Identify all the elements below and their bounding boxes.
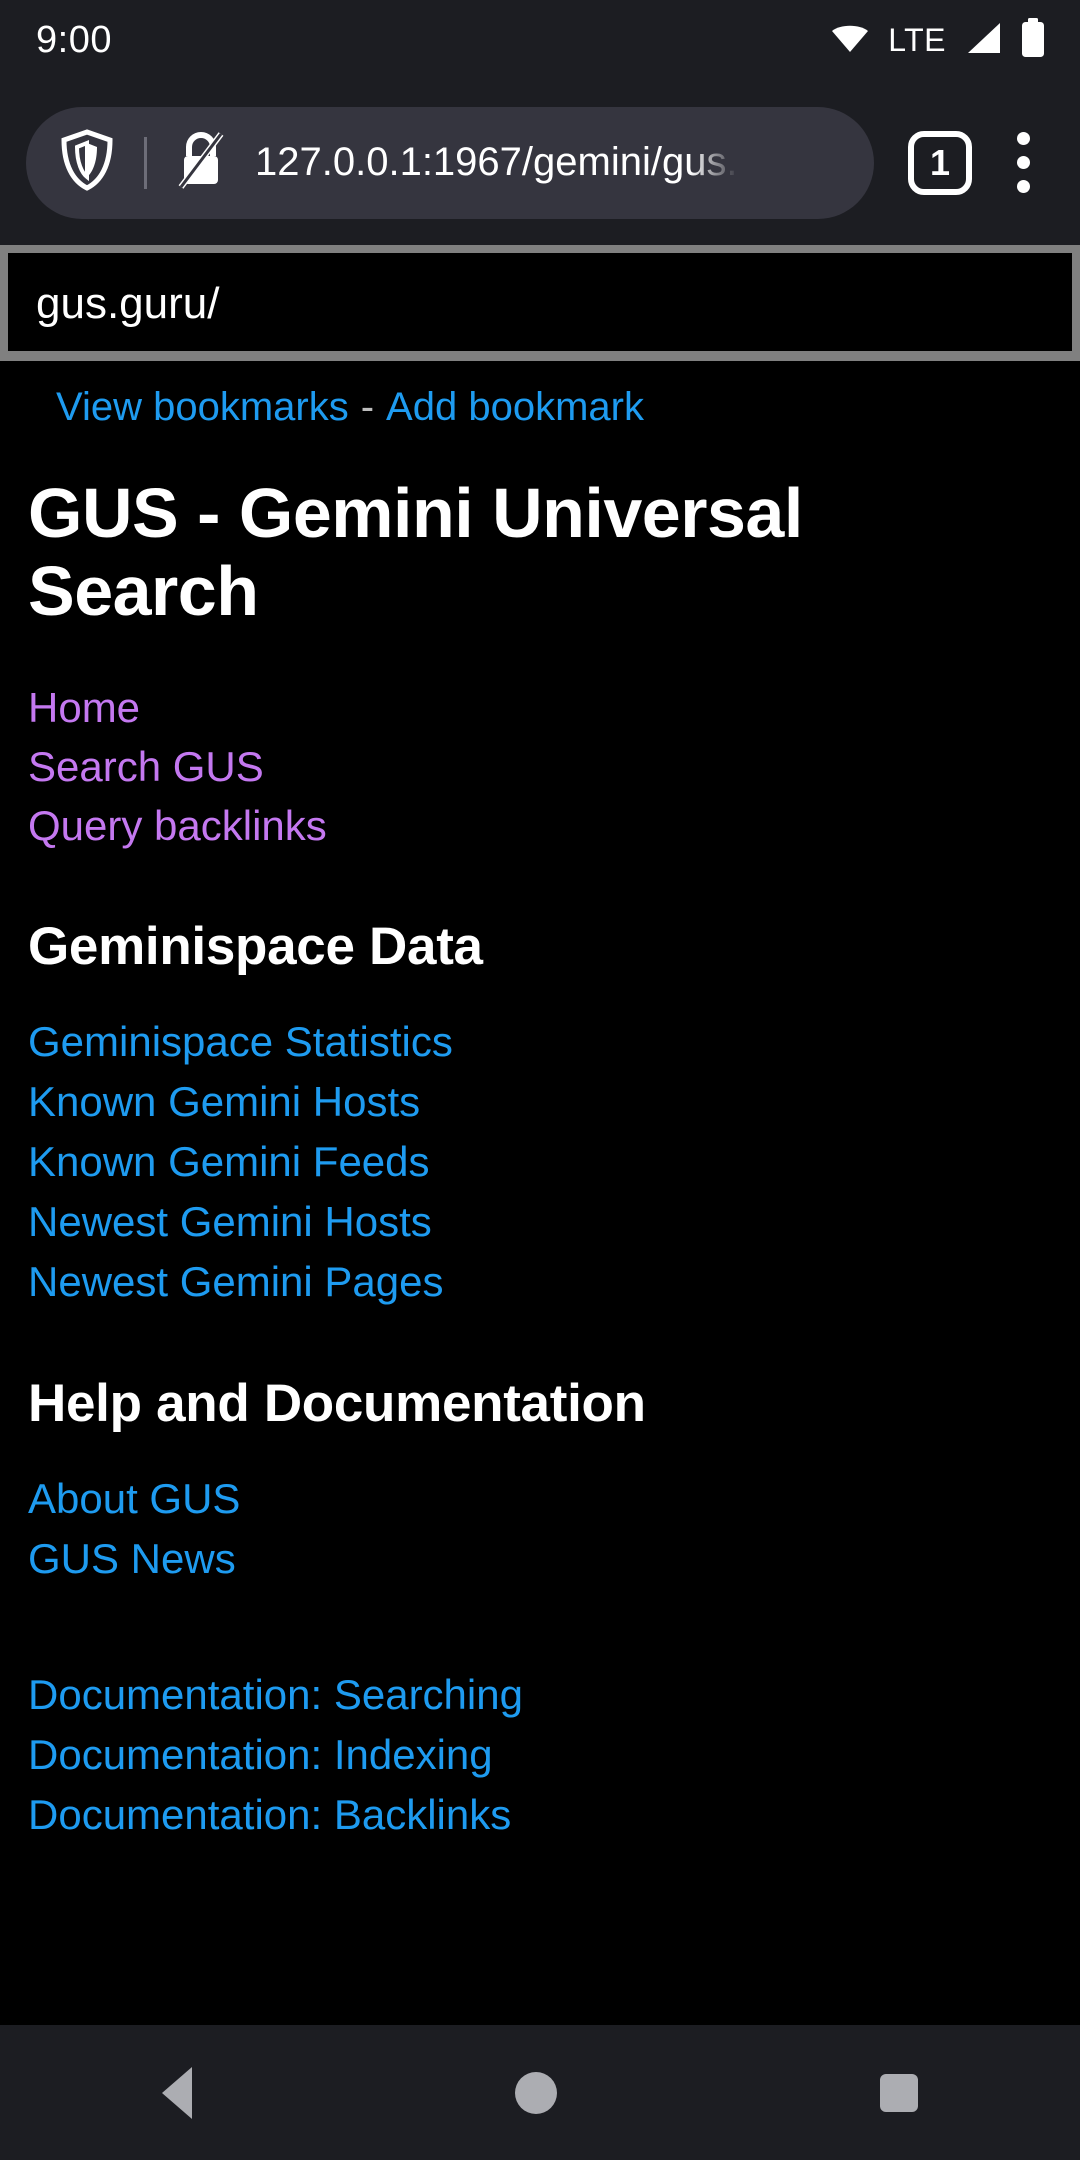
nav-link-query-backlinks[interactable]: Query backlinks	[28, 804, 1080, 847]
status-bar: 9:00 LTE	[0, 0, 1080, 80]
battery-icon	[1020, 17, 1046, 63]
link-known-gemini-hosts[interactable]: Known Gemini Hosts	[28, 1080, 1080, 1123]
nav-link-home[interactable]: Home	[28, 686, 1080, 729]
wifi-icon	[830, 22, 870, 59]
cellular-signal-icon	[964, 21, 1002, 60]
browser-toolbar: 127.0.0.1:1967/gemini/gus. 1	[0, 80, 1080, 245]
link-newest-gemini-hosts[interactable]: Newest Gemini Hosts	[28, 1200, 1080, 1243]
nav-link-search-gus[interactable]: Search GUS	[28, 745, 1080, 788]
link-newest-gemini-pages[interactable]: Newest Gemini Pages	[28, 1260, 1080, 1303]
documentation-link-list: Documentation: Searching Documentation: …	[0, 1634, 1080, 1836]
link-geminispace-statistics[interactable]: Geminispace Statistics	[28, 1020, 1080, 1063]
section-heading-help-and-documentation: Help and Documentation	[28, 1373, 646, 1433]
url-pill[interactable]: 127.0.0.1:1967/gemini/gus.	[26, 106, 874, 219]
url-text[interactable]: 127.0.0.1:1967/gemini/gus.	[255, 140, 738, 185]
toolbar-divider	[144, 136, 147, 189]
lte-label: LTE	[888, 21, 946, 58]
geminispace-data-link-list: Geminispace Statistics Known Gemini Host…	[0, 977, 1080, 1303]
recents-button[interactable]	[880, 2073, 919, 2112]
link-documentation-backlinks[interactable]: Documentation: Backlinks	[28, 1793, 1080, 1836]
bookmark-separator: -	[360, 385, 375, 429]
brave-shield-icon[interactable]	[60, 129, 114, 196]
link-documentation-indexing[interactable]: Documentation: Indexing	[28, 1733, 1080, 1776]
link-known-gemini-feeds[interactable]: Known Gemini Feeds	[28, 1140, 1080, 1183]
status-clock: 9:00	[36, 18, 112, 61]
page-url-input-frame: gus.guru/	[0, 245, 1080, 361]
back-button[interactable]	[161, 2066, 192, 2119]
page-url-input[interactable]: gus.guru/	[8, 253, 1072, 351]
link-documentation-searching[interactable]: Documentation: Searching	[28, 1673, 1080, 1716]
link-gus-news[interactable]: GUS News	[28, 1537, 1080, 1580]
tab-counter-button[interactable]: 1	[908, 130, 972, 195]
status-icon-group: LTE	[830, 17, 1046, 63]
home-button[interactable]	[514, 2071, 557, 2114]
link-about-gus[interactable]: About GUS	[28, 1477, 1080, 1520]
page-title: GUS - Gemini Universal Search	[28, 474, 803, 631]
three-dot-menu-icon[interactable]	[992, 132, 1054, 193]
android-nav-bar	[0, 2025, 1080, 2160]
section-heading-geminispace-data: Geminispace Data	[28, 916, 483, 976]
add-bookmark-link[interactable]: Add bookmark	[386, 385, 644, 429]
bookmark-bar: View bookmarks - Add bookmark	[0, 361, 1080, 430]
page-content: gus.guru/ View bookmarks - Add bookmark GU…	[0, 245, 1080, 1836]
page-nav-links: Home Search GUS Query backlinks	[0, 631, 1080, 847]
help-link-list: About GUS GUS News	[0, 1434, 1080, 1580]
view-bookmarks-link[interactable]: View bookmarks	[56, 385, 349, 429]
insecure-connection-icon[interactable]	[173, 128, 229, 197]
phone-screen: 9:00 LTE 127.0.0.1:1967/gemini/gus. 1 gu…	[0, 0, 1080, 2160]
